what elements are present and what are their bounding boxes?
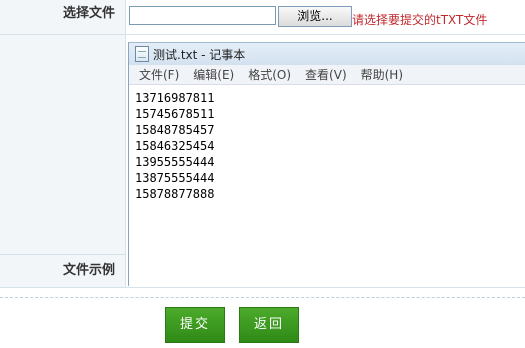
notepad-content: 13716987811 15745678511 15848785457 1584… [129, 87, 525, 286]
example-label: 文件示例 [62, 263, 115, 278]
phone-line: 13875555444 [135, 171, 215, 185]
phone-line: 13716987811 [135, 91, 215, 105]
file-select-row: 选择文件 浏览... 请选择要提交的tTXT文件 [0, 0, 525, 35]
file-label: 选择文件 [62, 6, 115, 21]
file-hint: 请选择要提交的tTXT文件 [352, 13, 488, 27]
phone-line: 15846325454 [135, 139, 215, 153]
phone-line: 15878877888 [135, 187, 215, 201]
notepad-titlebar: 测试.txt - 记事本 [129, 43, 525, 65]
menu-edit: 编辑(E) [193, 68, 235, 82]
submit-button[interactable]: 提交 [165, 307, 225, 343]
menu-help: 帮助(H) [360, 68, 404, 82]
file-label-cell: 选择文件 [0, 0, 126, 34]
phone-line: 15745678511 [135, 107, 215, 121]
phone-line: 13955555444 [135, 155, 215, 169]
back-button[interactable]: 返回 [239, 307, 299, 343]
label-divider [0, 254, 125, 255]
notepad-menubar: 文件(F) 编辑(E) 格式(O) 查看(V) 帮助(H) [129, 65, 525, 85]
menu-view: 查看(V) [305, 68, 347, 82]
dashed-separator [0, 297, 525, 298]
notepad-title: 测试.txt - 记事本 [153, 47, 246, 62]
browse-button[interactable]: 浏览... [278, 6, 352, 27]
notepad-icon [135, 46, 149, 62]
example-label-cell: 文件示例 [0, 35, 126, 287]
menu-format: 格式(O) [248, 68, 292, 82]
menu-file: 文件(F) [139, 68, 180, 82]
phone-line: 15848785457 [135, 123, 215, 137]
file-path-input[interactable] [129, 6, 276, 25]
notepad-example-image: 测试.txt - 记事本 文件(F) 编辑(E) 格式(O) 查看(V) 帮助(… [128, 42, 525, 286]
